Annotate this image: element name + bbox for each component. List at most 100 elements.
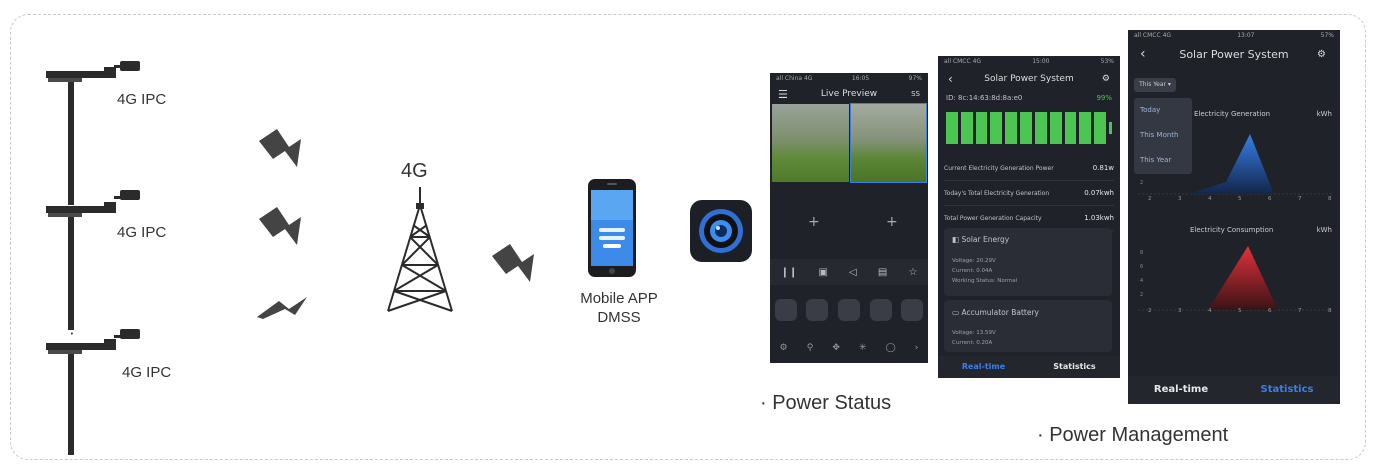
- status-carrier: all CMCC 4G: [1134, 32, 1172, 39]
- battery-current: Current: 0.20A: [952, 340, 993, 346]
- bottom-icons: ⚙ ⚲ ✥ ✳ ◯ ›: [770, 339, 928, 357]
- battery-voltage: Voltage: 13.59V: [952, 330, 996, 336]
- camera-feed-1[interactable]: [772, 104, 849, 182]
- status-carrier: all China 4G: [776, 75, 813, 82]
- accumulator-battery-card: ▭ Accumulator Battery Voltage: 13.59V Cu…: [944, 300, 1112, 352]
- settings-icon[interactable]: ⚙: [1102, 74, 1110, 84]
- generation-chart: 2: [1138, 134, 1334, 195]
- stream-icon[interactable]: ▣: [818, 267, 827, 278]
- svg-text:2: 2: [1140, 180, 1143, 186]
- phone-live-preview: all China 4G 16:05 97% ☰ Live Preview SS…: [770, 73, 928, 363]
- menu-icon[interactable]: ☰: [778, 88, 788, 101]
- solar-voltage: Voltage: 20.29V: [952, 258, 996, 264]
- ipc-label-2: 4G IPC: [117, 224, 167, 241]
- x-tick-label: 5: [1238, 308, 1242, 314]
- battery-segment: [1034, 112, 1047, 144]
- power-row: Current Electricity Generation Power 0.81…: [944, 156, 1114, 181]
- status-battery: 57%: [1320, 32, 1334, 39]
- signal-bolt-2-icon: [259, 207, 301, 245]
- settings-icon[interactable]: ⚙: [780, 343, 788, 353]
- power-row-value: 0.07kwh: [1084, 189, 1114, 197]
- consumption-unit: kWh: [1316, 226, 1332, 234]
- x-tick-label: 6: [1268, 308, 1272, 314]
- solar-current: Current: 0.04A: [952, 268, 993, 274]
- control-buttons: [770, 295, 928, 325]
- audio-icon[interactable]: ◁: [849, 267, 857, 278]
- smartphone-icon: [588, 179, 636, 277]
- battery-percent: 99%: [1096, 94, 1112, 102]
- preview-toolbar: ❙❙ ▣ ◁ ▤ ☆: [770, 259, 928, 285]
- caption-power-status: · Power Status: [760, 392, 892, 414]
- favorite-icon[interactable]: ☆: [908, 267, 917, 278]
- battery-nub: [1108, 122, 1112, 134]
- grid-icon[interactable]: [901, 299, 924, 321]
- consumption-x-ticks: 2 3 4 5 6 7 8: [1148, 308, 1334, 316]
- corner-label[interactable]: SS: [911, 90, 920, 98]
- svg-text:4: 4: [1140, 278, 1143, 284]
- camera-icon[interactable]: [837, 299, 860, 321]
- ellipsis-label: ⋮: [64, 318, 80, 337]
- back-icon[interactable]: ‹: [1140, 46, 1146, 62]
- caption-power-management: · Power Management: [1037, 424, 1229, 446]
- battery-segment: [990, 112, 1003, 144]
- x-tick-label: 3: [1178, 196, 1182, 202]
- signal-bolt-1-icon: [259, 129, 301, 167]
- x-tick-label: 4: [1208, 308, 1212, 314]
- status-time: 13:07: [1237, 32, 1255, 39]
- status-carrier: all CMCC 4G: [944, 58, 982, 65]
- x-tick-label: 4: [1208, 196, 1212, 202]
- x-tick-label: 2: [1148, 196, 1152, 202]
- battery-level-bar: [946, 112, 1112, 144]
- x-tick-label: 6: [1268, 196, 1272, 202]
- add-channel-button-1[interactable]: +: [808, 214, 820, 230]
- tab-statistics[interactable]: Statistics: [1029, 356, 1120, 378]
- status-battery: 53%: [1100, 58, 1114, 65]
- tab-statistics[interactable]: Statistics: [1234, 376, 1340, 404]
- camera-feed-2[interactable]: [850, 103, 927, 183]
- battery-segment: [1094, 112, 1106, 144]
- solar-title: Solar Power System: [984, 74, 1074, 84]
- status-time: 16:05: [851, 75, 870, 82]
- battery-segment: [975, 112, 988, 144]
- x-tick-label: 5: [1238, 196, 1242, 202]
- solar-energy-title: ◧ Solar Energy: [952, 235, 1010, 244]
- ptz-icon[interactable]: ✥: [832, 343, 840, 353]
- battery-segment: [1064, 112, 1077, 144]
- svg-text:2: 2: [1140, 292, 1143, 298]
- period-dropdown[interactable]: This Year ▾: [1134, 78, 1176, 92]
- device-id: ID: 8c:14:63:8d:8a:e0: [946, 94, 1023, 102]
- power-row-value: 1.03kwh: [1084, 214, 1114, 222]
- x-tick-label: 2: [1148, 308, 1152, 314]
- power-row: Today's Total Electricity Generation 0.07…: [944, 181, 1114, 206]
- generation-unit: kWh: [1316, 110, 1332, 118]
- chevron-down-icon: ▾: [1167, 81, 1171, 88]
- accumulator-battery-title: ▭ Accumulator Battery: [952, 308, 1039, 317]
- snapshot-icon[interactable]: ▤: [878, 267, 887, 278]
- search-icon[interactable]: ⚲: [807, 343, 814, 353]
- power-row-value: 0.81w: [1092, 164, 1114, 172]
- mic-icon[interactable]: [869, 299, 892, 321]
- street-light-camera-icons: [46, 61, 140, 455]
- tab-realtime[interactable]: Real-time: [938, 356, 1029, 378]
- light-icon[interactable]: ✳: [859, 343, 867, 353]
- dmss-app-logo-icon[interactable]: [690, 200, 752, 262]
- signal-bolt-3-icon: [257, 297, 307, 319]
- menu-item-today[interactable]: Today: [1140, 106, 1160, 114]
- more-icon[interactable]: ›: [915, 343, 919, 353]
- record-icon[interactable]: [774, 299, 797, 321]
- playback-icon[interactable]: [806, 299, 829, 321]
- add-channel-button-2[interactable]: +: [886, 214, 898, 230]
- phone-solar-statistics: all CMCC 4G 13:07 57% ‹ Solar Power Syst…: [1128, 30, 1340, 404]
- settings-icon[interactable]: ⚙: [1317, 49, 1326, 60]
- app-label-line1: Mobile APP: [580, 290, 658, 307]
- svg-text:6: 6: [1140, 264, 1143, 270]
- cell-tower-icon: [387, 187, 453, 312]
- chat-icon[interactable]: ◯: [886, 343, 896, 353]
- back-icon[interactable]: ‹: [948, 72, 953, 86]
- pause-icon[interactable]: ❙❙: [781, 267, 798, 278]
- power-row-label: Current Electricity Generation Power: [944, 164, 1054, 172]
- tower-label: 4G: [401, 160, 428, 182]
- tab-realtime[interactable]: Real-time: [1128, 376, 1234, 404]
- consumption-chart: 8 6 4 2: [1138, 246, 1334, 311]
- x-tick-label: 7: [1298, 196, 1302, 202]
